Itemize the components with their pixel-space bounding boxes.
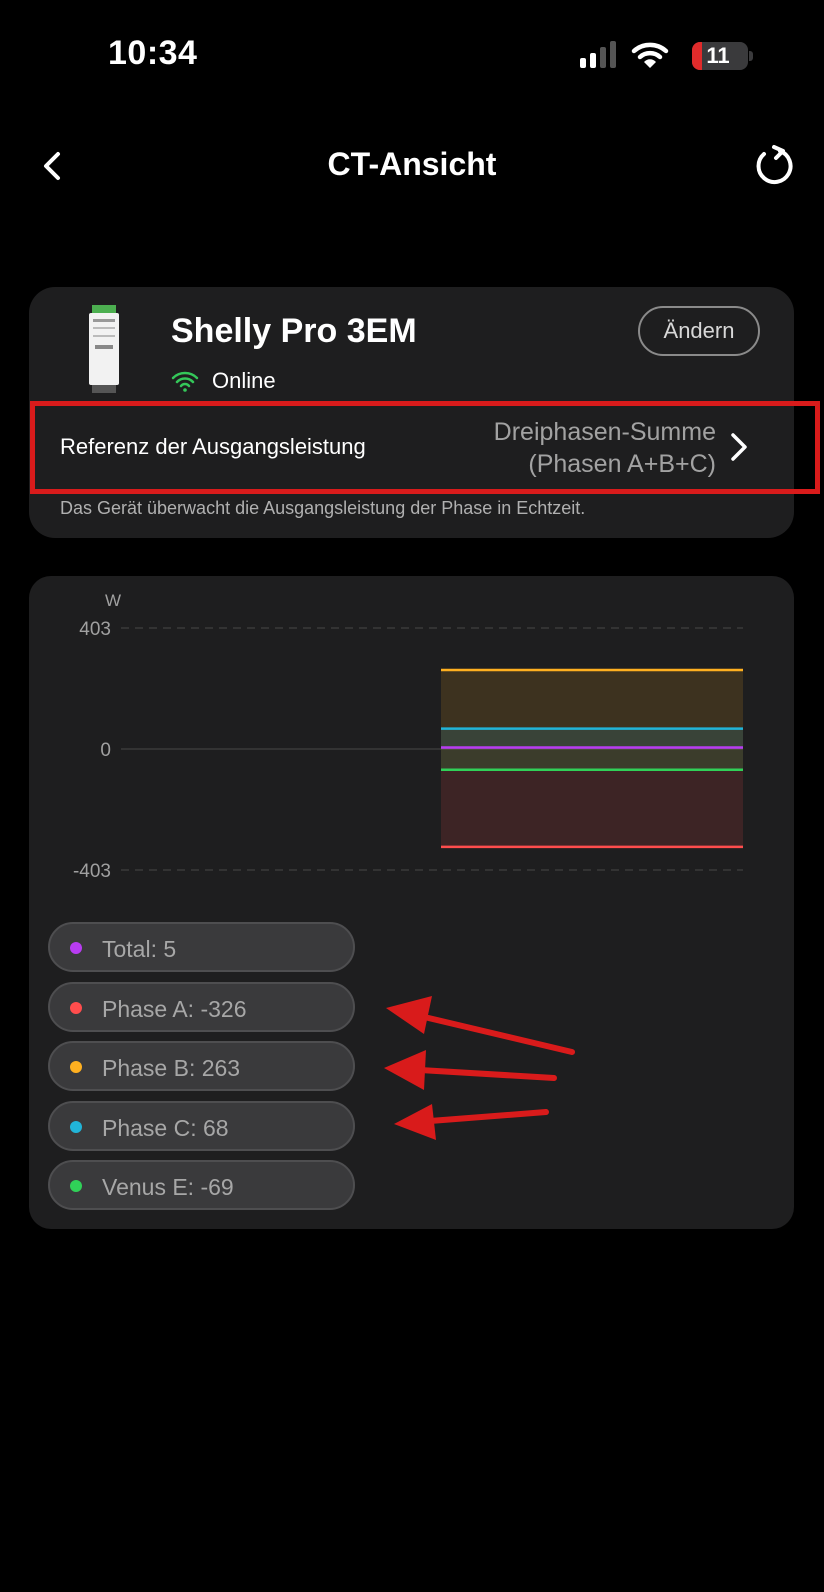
device-image [89,305,119,393]
legend-color-dot [70,1001,82,1014]
power-chart: W 403 0 -403 [73,591,743,882]
refresh-icon[interactable] [752,144,796,188]
device-name: Shelly Pro 3EM [171,312,417,350]
reference-description: Das Gerät überwacht die Ausgangsleistung… [60,498,586,518]
legend-color-dot [70,1061,82,1073]
legend-label: Venus E: -69 [102,1174,234,1200]
legend-color-dot [70,1120,82,1133]
legend-item[interactable]: Venus E: -69 [48,1160,355,1210]
legend-color-dot [70,1180,82,1192]
wifi-icon [631,42,669,68]
battery-icon: 11 [692,42,748,70]
reference-label: Referenz der Ausgangsleistung [60,434,366,459]
series-area [441,728,743,749]
reference-value-line1: Dreiphasen-Summe [493,418,716,446]
legend-label: Phase B: 263 [102,1055,241,1081]
y-tick-label: -403 [73,861,111,882]
change-device-button[interactable]: Ändern [638,306,760,356]
legend-item[interactable]: Phase C: 68 [48,1100,355,1151]
status-time: 10:34 [108,34,198,72]
legend-label: Phase C: 68 [102,1114,229,1141]
legend-item[interactable]: Phase B: 263 [48,1041,355,1091]
legend-label: Phase A: -326 [102,995,247,1022]
legend-label: Total: 5 [102,936,177,962]
legend-color-dot [70,942,82,954]
reference-value: Dreiphasen-Summe (Phasen A+B+C) [494,416,716,480]
reference-value-line2: (Phasen A+B+C) [528,450,716,478]
online-wifi-icon [171,371,199,392]
device-status: Online [212,368,276,393]
battery-nub [749,51,753,61]
chevron-right-icon [731,433,747,461]
y-tick-label: 0 [100,740,111,761]
legend-item[interactable]: Total: 5 [48,922,355,972]
cellular-signal-icon [580,41,616,68]
battery-level: 11 [706,43,730,68]
y-axis-label: W [105,591,121,610]
page-title: CT-Ansicht [327,146,497,182]
series-area [441,749,743,770]
legend-item[interactable]: Phase A: -326 [48,981,355,1032]
y-tick-label: 403 [79,619,111,640]
